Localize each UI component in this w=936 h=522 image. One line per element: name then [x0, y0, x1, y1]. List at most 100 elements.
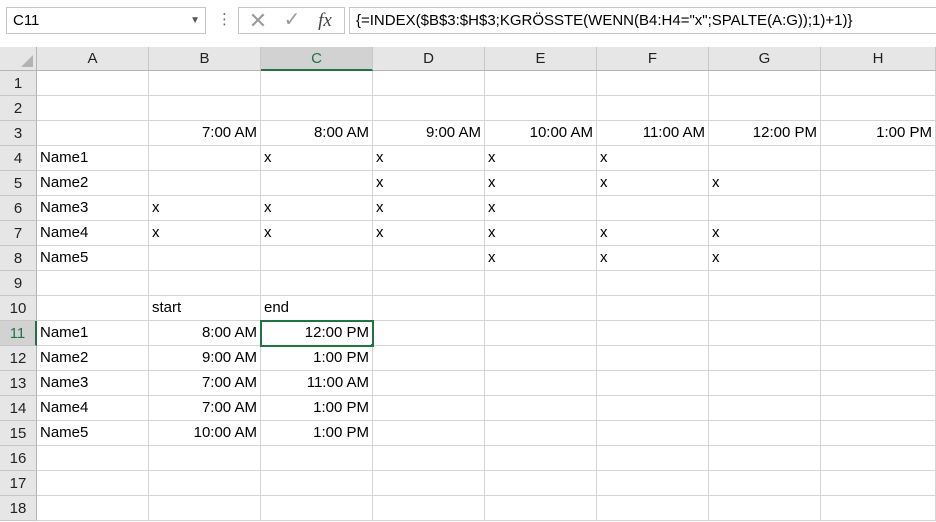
cell-a4[interactable]: Name1 [37, 146, 149, 171]
cell-a11[interactable]: Name1 [37, 321, 149, 346]
cell-g3[interactable]: 12:00 PM [709, 121, 821, 146]
cell-c8[interactable] [261, 246, 373, 271]
cell-d8[interactable] [373, 246, 485, 271]
cell-b14[interactable]: 7:00 AM [149, 396, 261, 421]
cell-a13[interactable]: Name3 [37, 371, 149, 396]
row-header-4[interactable]: 4 [0, 146, 37, 171]
cell-b5[interactable] [149, 171, 261, 196]
column-header-h[interactable]: H [821, 47, 936, 71]
cell-a9[interactable] [37, 271, 149, 296]
cell-g1[interactable] [709, 71, 821, 96]
row-header-5[interactable]: 5 [0, 171, 37, 196]
column-header-f[interactable]: F [597, 47, 709, 71]
cell-c3[interactable]: 8:00 AM [261, 121, 373, 146]
cell-c6[interactable]: x [261, 196, 373, 221]
cell-b8[interactable] [149, 246, 261, 271]
row-header-9[interactable]: 9 [0, 271, 37, 296]
cell-d11[interactable] [373, 321, 485, 346]
cell-f2[interactable] [597, 96, 709, 121]
cell-g6[interactable] [709, 196, 821, 221]
cell-c18[interactable] [261, 496, 373, 521]
cell-c7[interactable]: x [261, 221, 373, 246]
cell-c13[interactable]: 11:00 AM [261, 371, 373, 396]
cell-g18[interactable] [709, 496, 821, 521]
row-header-6[interactable]: 6 [0, 196, 37, 221]
cell-h6[interactable] [821, 196, 936, 221]
cell-h11[interactable] [821, 321, 936, 346]
cell-h7[interactable] [821, 221, 936, 246]
cell-d1[interactable] [373, 71, 485, 96]
cell-g5[interactable]: x [709, 171, 821, 196]
cell-b17[interactable] [149, 471, 261, 496]
check-icon[interactable]: ✓ [278, 8, 306, 33]
column-header-b[interactable]: B [149, 47, 261, 71]
cell-b7[interactable]: x [149, 221, 261, 246]
cell-h13[interactable] [821, 371, 936, 396]
cell-e3[interactable]: 10:00 AM [485, 121, 597, 146]
cell-f15[interactable] [597, 421, 709, 446]
cell-h18[interactable] [821, 496, 936, 521]
row-header-2[interactable]: 2 [0, 96, 37, 121]
cell-a10[interactable] [37, 296, 149, 321]
cell-e18[interactable] [485, 496, 597, 521]
cell-f17[interactable] [597, 471, 709, 496]
cell-a5[interactable]: Name2 [37, 171, 149, 196]
row-header-7[interactable]: 7 [0, 221, 37, 246]
cell-b6[interactable]: x [149, 196, 261, 221]
cell-h17[interactable] [821, 471, 936, 496]
cell-c16[interactable] [261, 446, 373, 471]
cell-b9[interactable] [149, 271, 261, 296]
cell-e17[interactable] [485, 471, 597, 496]
cell-f9[interactable] [597, 271, 709, 296]
cell-c10[interactable]: end [261, 296, 373, 321]
cell-e1[interactable] [485, 71, 597, 96]
cell-f12[interactable] [597, 346, 709, 371]
row-header-17[interactable]: 17 [0, 471, 37, 496]
cell-h16[interactable] [821, 446, 936, 471]
cell-f18[interactable] [597, 496, 709, 521]
column-header-g[interactable]: G [709, 47, 821, 71]
cell-e7[interactable]: x [485, 221, 597, 246]
cell-a3[interactable] [37, 121, 149, 146]
cell-g9[interactable] [709, 271, 821, 296]
cross-icon[interactable]: ✕ [244, 8, 272, 33]
chevron-down-icon[interactable]: ▼ [190, 8, 200, 33]
cell-b11[interactable]: 8:00 AM [149, 321, 261, 346]
cell-b10[interactable]: start [149, 296, 261, 321]
cell-a12[interactable]: Name2 [37, 346, 149, 371]
row-header-3[interactable]: 3 [0, 121, 37, 146]
cell-d3[interactable]: 9:00 AM [373, 121, 485, 146]
row-header-12[interactable]: 12 [0, 346, 37, 371]
cell-d12[interactable] [373, 346, 485, 371]
cell-e5[interactable]: x [485, 171, 597, 196]
cell-d6[interactable]: x [373, 196, 485, 221]
cell-d5[interactable]: x [373, 171, 485, 196]
cell-b18[interactable] [149, 496, 261, 521]
column-header-d[interactable]: D [373, 47, 485, 71]
cell-e15[interactable] [485, 421, 597, 446]
cell-a1[interactable] [37, 71, 149, 96]
cell-b1[interactable] [149, 71, 261, 96]
cell-h8[interactable] [821, 246, 936, 271]
cell-b3[interactable]: 7:00 AM [149, 121, 261, 146]
cell-a17[interactable] [37, 471, 149, 496]
cell-h10[interactable] [821, 296, 936, 321]
cell-c12[interactable]: 1:00 PM [261, 346, 373, 371]
cell-f16[interactable] [597, 446, 709, 471]
insert-function-icon[interactable]: fx [311, 8, 339, 33]
row-header-1[interactable]: 1 [0, 71, 37, 96]
cell-f8[interactable]: x [597, 246, 709, 271]
row-header-18[interactable]: 18 [0, 496, 37, 521]
cell-e10[interactable] [485, 296, 597, 321]
cell-g14[interactable] [709, 396, 821, 421]
cell-d2[interactable] [373, 96, 485, 121]
cell-h4[interactable] [821, 146, 936, 171]
fill-handle[interactable] [370, 343, 372, 345]
cell-c11[interactable]: 12:00 PM [260, 320, 374, 347]
cell-d10[interactable] [373, 296, 485, 321]
cell-a8[interactable]: Name5 [37, 246, 149, 271]
cell-d14[interactable] [373, 396, 485, 421]
column-header-c[interactable]: C [261, 47, 373, 71]
column-header-e[interactable]: E [485, 47, 597, 71]
cell-f7[interactable]: x [597, 221, 709, 246]
